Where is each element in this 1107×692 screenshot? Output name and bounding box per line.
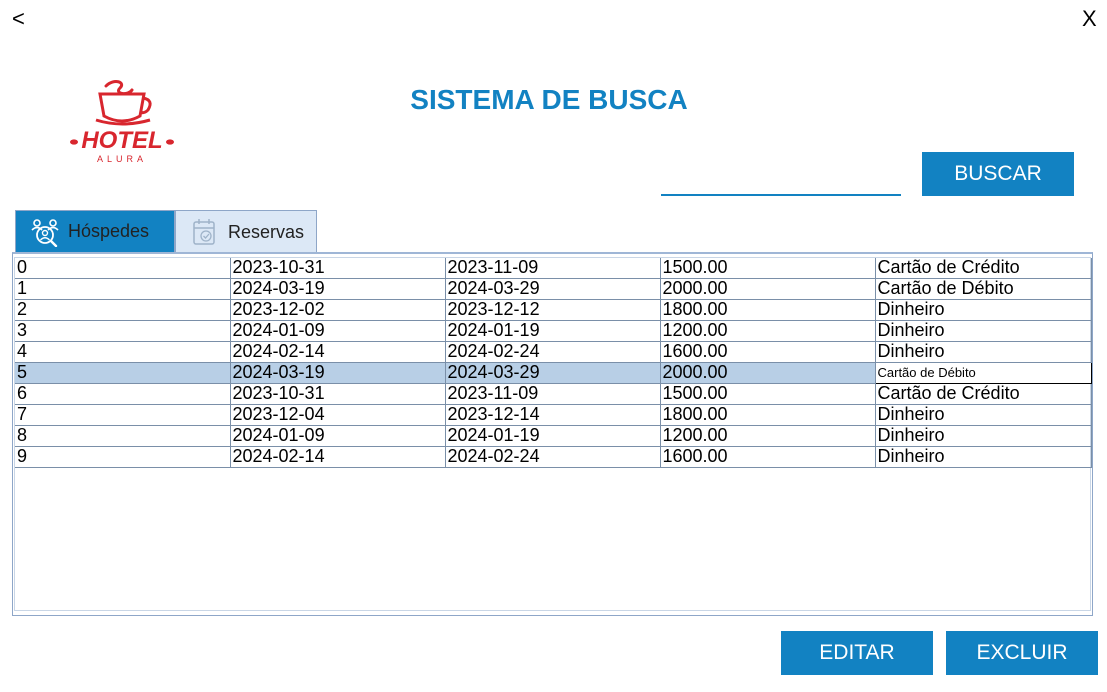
table-cell[interactable]: 4 bbox=[15, 341, 231, 363]
table-cell[interactable]: 2 bbox=[15, 299, 231, 321]
table-cell[interactable]: Dinheiro bbox=[875, 446, 1092, 468]
table-cell[interactable]: 2024-02-14 bbox=[230, 341, 446, 363]
table-cell[interactable]: Cartão de Débito bbox=[874, 362, 1092, 384]
table-row[interactable]: 6 2023-10-31 2023-11-09 1500.00 Cartão de Cr… bbox=[15, 383, 1092, 405]
tab-hospedes[interactable]: Hóspedes bbox=[15, 210, 175, 252]
table-cell[interactable]: 2000.00 bbox=[660, 362, 876, 384]
tab-reservas-label: Reservas bbox=[228, 221, 305, 242]
tab-hospedes-label: Hóspedes bbox=[68, 221, 150, 241]
table-cell[interactable]: 2024-02-24 bbox=[445, 446, 661, 468]
table-cell[interactable]: 2000.00 bbox=[660, 278, 876, 300]
table-cell[interactable]: 2024-02-14 bbox=[230, 446, 446, 468]
table-cell[interactable]: 1600.00 bbox=[660, 446, 876, 468]
table-cell[interactable]: 2024-02-24 bbox=[445, 341, 661, 363]
table-row[interactable]: 7 2023-12-04 2023-12-14 1800.00 Dinheiro bbox=[15, 404, 1092, 426]
table-cell[interactable]: 2023-12-02 bbox=[230, 299, 446, 321]
delete-button[interactable]: EXCLUIR bbox=[946, 631, 1098, 675]
table-row[interactable]: 1 2024-03-19 2024-03-29 2000.00 Cartão de Dé… bbox=[15, 278, 1092, 300]
table-cell[interactable]: 1800.00 bbox=[660, 404, 876, 426]
table-cell[interactable]: Dinheiro bbox=[875, 425, 1092, 447]
search-button[interactable]: BUSCAR bbox=[922, 152, 1074, 196]
table-cell[interactable]: 1500.00 bbox=[660, 383, 876, 405]
page-title: SISTEMA DE BUSCA bbox=[410, 84, 688, 115]
svg-text:HOTEL: HOTEL bbox=[81, 127, 162, 154]
table-row[interactable]: 8 2024-01-09 2024-01-19 1200.00 Dinheiro bbox=[15, 425, 1092, 447]
table-cell[interactable]: 0 bbox=[15, 258, 231, 279]
close-button[interactable]: X bbox=[1082, 6, 1097, 32]
table-cell[interactable]: 2023-10-31 bbox=[230, 258, 446, 279]
guests-icon bbox=[30, 217, 60, 247]
table-cell[interactable]: 2024-03-19 bbox=[230, 362, 446, 384]
table-cell[interactable]: 9 bbox=[15, 446, 231, 468]
table-cell[interactable]: 2023-11-09 bbox=[445, 258, 661, 279]
table-row[interactable]: 2 2023-12-02 2023-12-12 1800.00 Dinheiro bbox=[15, 299, 1092, 321]
table-cell[interactable]: Dinheiro bbox=[875, 341, 1092, 363]
table-cell[interactable]: 7 bbox=[15, 404, 231, 426]
table-cell[interactable]: 1800.00 bbox=[660, 299, 876, 321]
table-cell[interactable]: 2023-10-31 bbox=[230, 383, 446, 405]
table-cell[interactable]: Cartão de Crédito bbox=[875, 258, 1092, 279]
table-cell[interactable]: 2023-11-09 bbox=[445, 383, 661, 405]
table-cell[interactable]: 6 bbox=[15, 383, 231, 405]
calendar-icon bbox=[190, 217, 220, 247]
table-row[interactable]: 4 2024-02-14 2024-02-24 1600.00 Dinheiro bbox=[15, 341, 1092, 363]
reservations-table: 0 2023-10-31 2023-11-09 1500.00 Cartão de Cr… bbox=[15, 258, 1092, 468]
table-cell[interactable]: 1600.00 bbox=[660, 341, 876, 363]
table-cell[interactable]: 5 bbox=[15, 362, 231, 384]
table-row[interactable]: 5 2024-03-19 2024-03-29 2000.00 Cartão de Dé… bbox=[15, 362, 1092, 384]
table-cell[interactable]: 2023-12-04 bbox=[230, 404, 446, 426]
table-cell[interactable]: 1200.00 bbox=[660, 320, 876, 342]
svg-text:ALURA: ALURA bbox=[97, 154, 147, 164]
table-cell[interactable]: 1 bbox=[15, 278, 231, 300]
table-row[interactable]: 0 2023-10-31 2023-11-09 1500.00 Cartão de Cr… bbox=[15, 258, 1092, 279]
table-cell[interactable]: Cartão de Crédito bbox=[875, 383, 1092, 405]
table-cell[interactable]: 1200.00 bbox=[660, 425, 876, 447]
table-cell[interactable]: Dinheiro bbox=[875, 299, 1092, 321]
search-input[interactable] bbox=[661, 166, 901, 196]
table-row[interactable]: 3 2024-01-09 2024-01-19 1200.00 Dinheiro bbox=[15, 320, 1092, 342]
table-cell[interactable]: 2023-12-12 bbox=[445, 299, 661, 321]
table-cell[interactable]: 2024-03-19 bbox=[230, 278, 446, 300]
reservations-table-viewport[interactable]: 0 2023-10-31 2023-11-09 1500.00 Cartão de Cr… bbox=[14, 257, 1092, 611]
table-cell[interactable]: 2024-01-09 bbox=[230, 425, 446, 447]
table-cell[interactable]: 2024-01-19 bbox=[445, 320, 661, 342]
table-cell[interactable]: Dinheiro bbox=[875, 404, 1092, 426]
table-cell[interactable]: 2024-03-29 bbox=[445, 362, 661, 384]
table-cell[interactable]: 8 bbox=[15, 425, 231, 447]
tab-reservas[interactable]: Reservas bbox=[175, 210, 317, 253]
table-cell[interactable]: 2024-01-19 bbox=[445, 425, 661, 447]
table-cell[interactable]: 2024-01-09 bbox=[230, 320, 446, 342]
back-button[interactable]: < bbox=[12, 6, 25, 32]
table-cell[interactable]: Cartão de Débito bbox=[875, 278, 1092, 300]
table-row[interactable]: 9 2024-02-14 2024-02-24 1600.00 Dinheiro bbox=[15, 446, 1092, 468]
table-cell[interactable]: 1500.00 bbox=[660, 258, 876, 279]
table-cell[interactable]: 2023-12-14 bbox=[445, 404, 661, 426]
table-cell[interactable]: 2024-03-29 bbox=[445, 278, 661, 300]
reservations-table-panel: 0 2023-10-31 2023-11-09 1500.00 Cartão de Cr… bbox=[12, 252, 1093, 616]
edit-button[interactable]: EDITAR bbox=[781, 631, 933, 675]
table-cell[interactable]: Dinheiro bbox=[875, 320, 1092, 342]
table-cell[interactable]: 3 bbox=[15, 320, 231, 342]
